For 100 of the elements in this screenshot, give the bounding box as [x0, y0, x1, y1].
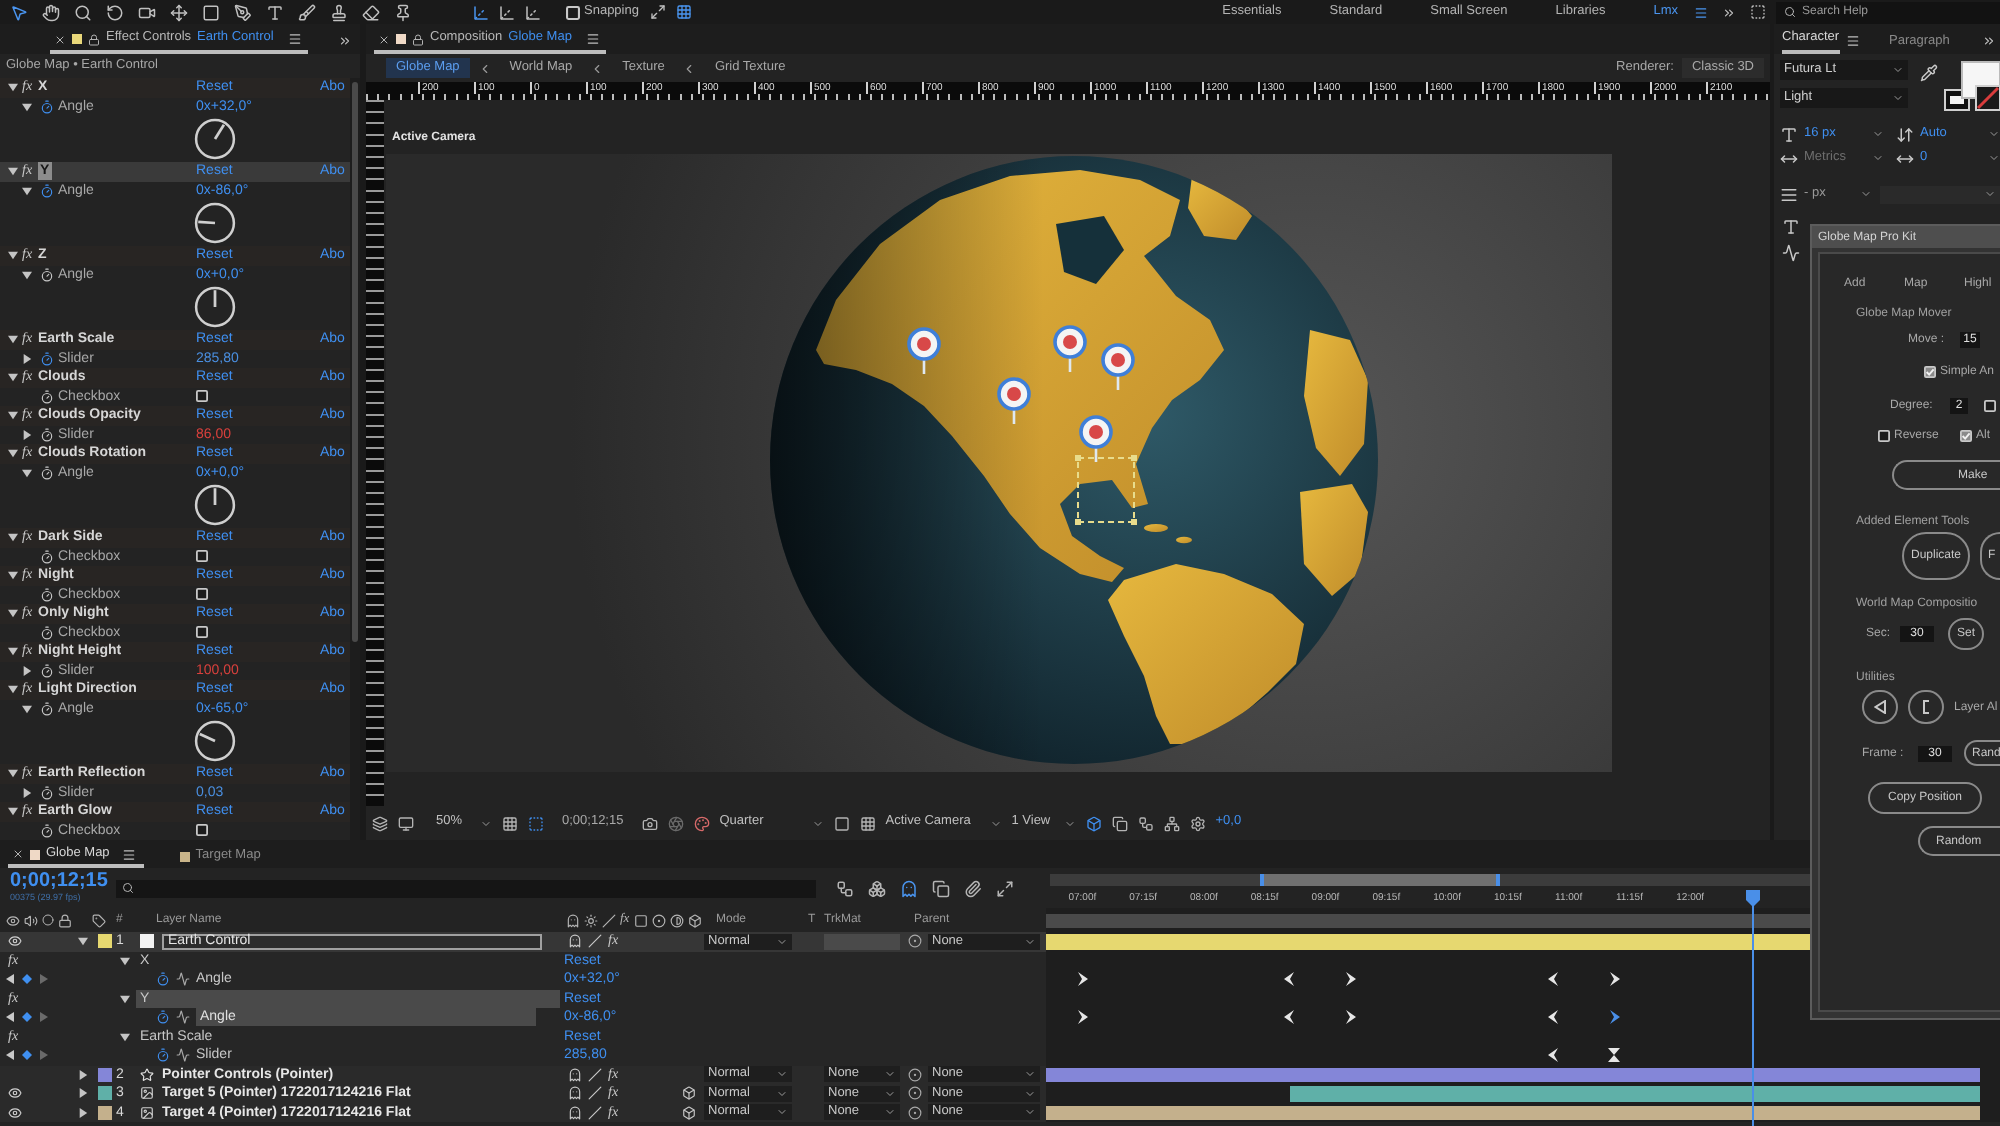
- square-icon[interactable]: [633, 913, 648, 927]
- menu-icon[interactable]: [121, 847, 136, 861]
- stopwatch-icon[interactable]: [40, 267, 54, 282]
- map-pin-icon[interactable]: [1101, 343, 1135, 390]
- keyframe-icon[interactable]: [1284, 1010, 1296, 1024]
- stopwatch-icon[interactable]: [40, 183, 54, 198]
- wave-icon[interactable]: [1782, 244, 1800, 262]
- disclosure-triangle-icon[interactable]: [22, 467, 32, 478]
- network-icon[interactable]: [1163, 815, 1180, 831]
- disclosure-triangle-icon[interactable]: [8, 768, 18, 779]
- rotate-icon[interactable]: [106, 3, 124, 21]
- checkbox[interactable]: [196, 550, 208, 563]
- settings-icon[interactable]: [1189, 815, 1206, 831]
- playhead[interactable]: [1746, 890, 1760, 1126]
- eye-icon[interactable]: [8, 934, 22, 949]
- chevron-left-icon[interactable]: [477, 61, 492, 75]
- close-icon[interactable]: [378, 33, 390, 45]
- keyframe-icon[interactable]: [1548, 972, 1560, 986]
- camera-icon[interactable]: [641, 815, 658, 831]
- cube-icon[interactable]: [682, 1086, 696, 1101]
- circle-button[interactable]: [1908, 690, 1944, 724]
- disclosure-triangle-icon[interactable]: [8, 166, 18, 177]
- angle-dial[interactable]: [194, 484, 236, 526]
- disclosure-triangle-icon[interactable]: [8, 250, 18, 261]
- scrollbar[interactable]: [350, 78, 360, 840]
- map-pin-icon[interactable]: [907, 327, 941, 374]
- menu-icon[interactable]: [1694, 5, 1708, 19]
- axis-icon[interactable]: [524, 3, 542, 21]
- lock-icon[interactable]: [58, 913, 72, 927]
- disclosure-triangle-icon[interactable]: [77, 936, 87, 947]
- pointer-icon[interactable]: [10, 3, 28, 21]
- disclosure-triangle-icon[interactable]: [8, 372, 18, 383]
- expand-icon[interactable]: [650, 4, 667, 20]
- stopwatch-icon[interactable]: [40, 625, 54, 640]
- stopwatch-icon[interactable]: [40, 785, 54, 800]
- circle-icon[interactable]: [42, 914, 54, 926]
- stopwatch-icon[interactable]: [40, 465, 54, 480]
- disclosure-triangle-icon[interactable]: [22, 665, 32, 676]
- circle-dot-icon[interactable]: [908, 1067, 922, 1082]
- menu-icon[interactable]: [1845, 34, 1860, 48]
- text-icon[interactable]: [266, 3, 284, 21]
- stopwatch-icon[interactable]: [156, 1048, 170, 1063]
- map-pin-icon[interactable]: [997, 377, 1031, 424]
- tag-icon[interactable]: [92, 913, 106, 927]
- color-swatch-icon[interactable]: [97, 1067, 111, 1082]
- expand-icon[interactable]: [996, 879, 1014, 897]
- disclosure-triangle-icon[interactable]: [22, 101, 32, 112]
- disclosure-triangle-icon[interactable]: [8, 608, 18, 619]
- dashed-square-icon[interactable]: [1750, 4, 1766, 20]
- eraser-icon[interactable]: [362, 3, 380, 21]
- fill-stroke-swatch-icon[interactable]: [1944, 60, 2000, 114]
- diamond-icon[interactable]: [22, 974, 32, 985]
- text-icon[interactable]: [1780, 125, 1798, 143]
- triangle-right-icon[interactable]: [40, 1012, 48, 1023]
- stopwatch-icon[interactable]: [40, 549, 54, 564]
- pen-icon[interactable]: [234, 3, 252, 21]
- wave-icon[interactable]: [176, 972, 190, 987]
- stopwatch-icon[interactable]: [156, 972, 170, 987]
- current-time[interactable]: 0;00;12;15: [10, 872, 116, 893]
- chevrons-icon[interactable]: [338, 34, 352, 48]
- triangle-left-icon[interactable]: [6, 1012, 14, 1023]
- grid-icon[interactable]: [676, 4, 693, 20]
- checkbox[interactable]: [196, 626, 208, 639]
- disclosure-triangle-icon[interactable]: [22, 185, 32, 196]
- circle-dot-icon[interactable]: [651, 913, 666, 927]
- copy-icon[interactable]: [1111, 815, 1128, 831]
- circle-dot-icon[interactable]: [908, 1086, 922, 1101]
- disclosure-triangle-icon[interactable]: [8, 806, 18, 817]
- selection-box[interactable]: [1075, 455, 1137, 525]
- scrollbar-thumb[interactable]: [352, 82, 358, 642]
- pin-icon[interactable]: [394, 3, 412, 21]
- move-icon[interactable]: [170, 3, 188, 21]
- stopwatch-icon[interactable]: [156, 1010, 170, 1025]
- close-icon[interactable]: [54, 33, 66, 45]
- close-icon[interactable]: [12, 848, 24, 860]
- keyframe-icon[interactable]: [1608, 972, 1620, 986]
- wave-icon[interactable]: [176, 1048, 190, 1063]
- ghost-icon[interactable]: [566, 913, 580, 927]
- angle-dial[interactable]: [194, 720, 236, 762]
- keyframe-icon[interactable]: [1076, 972, 1088, 986]
- paperclip-icon[interactable]: [964, 879, 982, 897]
- disclosure-triangle-icon[interactable]: [22, 353, 32, 364]
- dashed-square-icon[interactable]: [528, 815, 544, 831]
- disclosure-triangle-icon[interactable]: [120, 955, 130, 966]
- grid-icon[interactable]: [859, 815, 876, 831]
- eye-icon[interactable]: [8, 1086, 22, 1101]
- disclosure-triangle-icon[interactable]: [8, 532, 18, 543]
- ghost-icon[interactable]: [568, 1086, 582, 1101]
- disclosure-triangle-icon[interactable]: [8, 570, 18, 581]
- disclosure-triangle-icon[interactable]: [77, 1069, 87, 1080]
- triangle-left-icon[interactable]: [6, 974, 14, 985]
- chevrons-icon[interactable]: [1982, 34, 1996, 48]
- cube-icon[interactable]: [687, 913, 702, 927]
- ghost-icon[interactable]: [568, 1067, 582, 1082]
- copy-icon[interactable]: [932, 879, 950, 897]
- disclosure-triangle-icon[interactable]: [8, 448, 18, 459]
- checkbox[interactable]: [196, 824, 208, 837]
- checkbox[interactable]: [1878, 430, 1890, 442]
- disclosure-triangle-icon[interactable]: [8, 646, 18, 657]
- ghost-icon[interactable]: [568, 1105, 582, 1120]
